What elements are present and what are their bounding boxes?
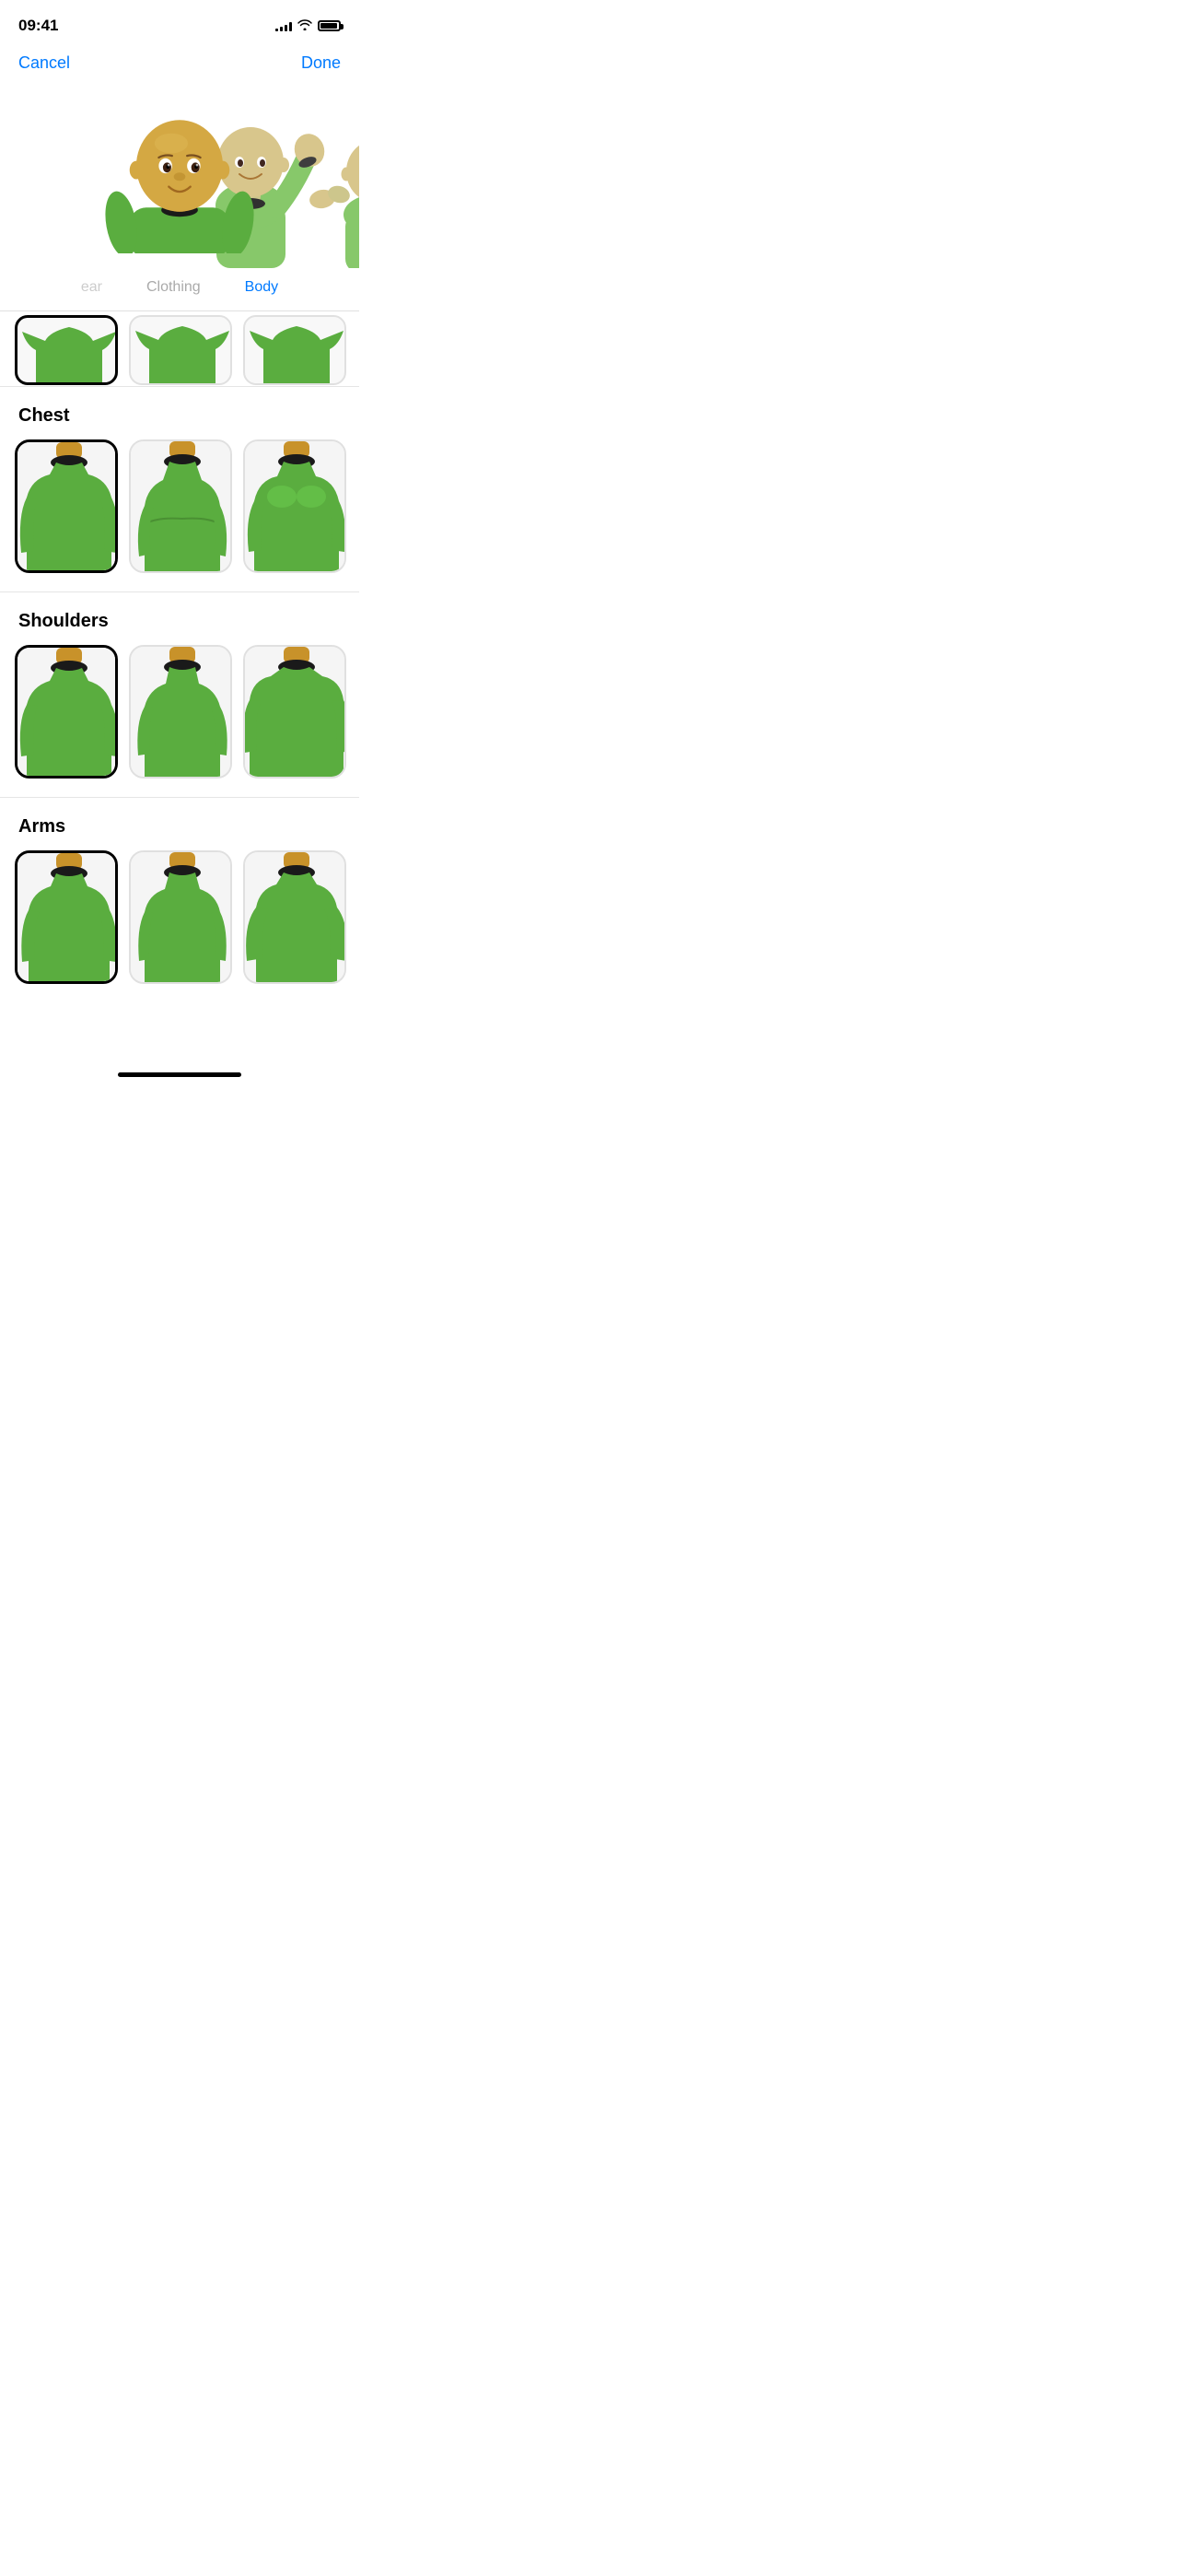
- tab-headwear[interactable]: ear: [59, 275, 124, 299]
- shoulders-section: Shoulders: [0, 592, 359, 798]
- home-indicator: [0, 1058, 359, 1084]
- shoulders-title: Shoulders: [0, 592, 359, 645]
- status-icons: [275, 18, 341, 33]
- nav-bar: Cancel Done: [0, 46, 359, 84]
- signal-icon: [275, 20, 292, 31]
- chest-section: Chest: [0, 387, 359, 592]
- shoulders-item-2[interactable]: [129, 645, 232, 779]
- memoji-main: [101, 84, 258, 253]
- done-button[interactable]: Done: [301, 53, 341, 73]
- arms-items-row: [0, 850, 359, 984]
- tab-clothing[interactable]: Clothing: [124, 275, 223, 299]
- arms-item-3[interactable]: [243, 850, 346, 984]
- cancel-button[interactable]: Cancel: [18, 53, 70, 73]
- tab-body[interactable]: Body: [223, 275, 300, 299]
- home-bar: [118, 1072, 241, 1077]
- arms-item-2[interactable]: [129, 850, 232, 984]
- wifi-icon: [297, 18, 312, 33]
- shoulders-item-3[interactable]: [243, 645, 346, 779]
- top-item-1[interactable]: [15, 315, 118, 385]
- tab-bar: ear Clothing Body: [0, 268, 359, 311]
- top-item-3[interactable]: [243, 315, 346, 385]
- arms-title: Arms: [0, 798, 359, 850]
- shoulders-item-1[interactable]: [15, 645, 118, 779]
- shoulders-items-row: [0, 645, 359, 779]
- arms-item-1[interactable]: [15, 850, 118, 984]
- chest-item-3[interactable]: [243, 439, 346, 573]
- partial-row: [0, 311, 359, 387]
- status-bar: 09:41: [0, 0, 359, 46]
- chest-items-row: [0, 439, 359, 573]
- top-item-2[interactable]: [129, 315, 232, 385]
- chest-item-2[interactable]: [129, 439, 232, 573]
- scroll-content: Chest: [0, 311, 359, 1058]
- chest-item-1[interactable]: [15, 439, 118, 573]
- chest-title: Chest: [0, 387, 359, 439]
- battery-icon: [318, 20, 341, 31]
- memoji-preview: [0, 84, 359, 268]
- status-time: 09:41: [18, 17, 58, 35]
- arms-section: Arms: [0, 798, 359, 1002]
